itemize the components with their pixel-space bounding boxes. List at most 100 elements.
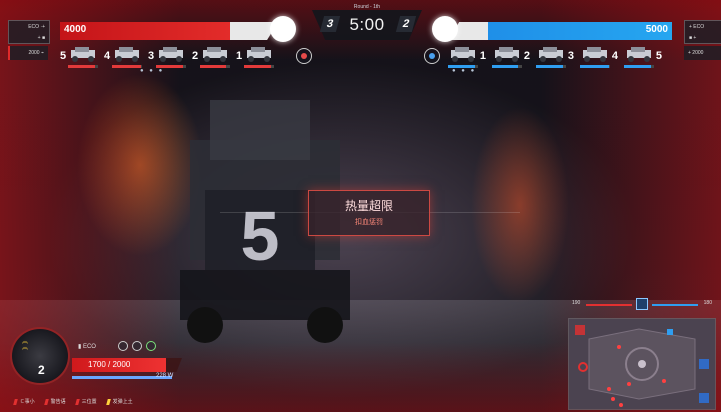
blue-unit-hp-fill (624, 65, 651, 68)
blue-unit-robot-icon (536, 46, 566, 62)
legend-swatch (105, 398, 111, 405)
blue-unit-1: 1 (448, 46, 486, 68)
blue-unit-number: 2 (523, 50, 530, 62)
red-unit-robot-icon (68, 46, 98, 62)
minimap-blue-bar (652, 304, 698, 306)
rank-chevron-icon: ︽ ︽ (22, 339, 29, 351)
red-skill-dots: ● ● ● (140, 68, 165, 74)
red-tag-line2: + ■ (37, 35, 45, 41)
red-unit-5: 5 (60, 46, 98, 68)
legend-swatch (13, 398, 18, 405)
warning-title: 热量超限 (344, 199, 393, 213)
robot-number: 5 (241, 197, 280, 275)
match-timer: 5:00 (349, 15, 385, 34)
red-unit-2: 2 (192, 46, 230, 68)
minimap-left-value: 190 (572, 300, 581, 306)
red-unit-hp-fill (244, 65, 271, 68)
red-tag-line1: ECO ·+ (28, 24, 45, 30)
red-unit-number: 4 (104, 50, 111, 62)
red-roster: 5 4 3 2 1 (60, 46, 274, 68)
round-label: Round - 1th (353, 4, 381, 10)
legend-item: 警告语 (43, 398, 66, 405)
blue-tag-line1: + ECO (689, 24, 705, 30)
blue-team-tag: + ECO ■ + (684, 20, 721, 44)
player-status-card: ︽ ︽ 2 ▮ ECO 1700 / 2000 228 W (10, 325, 182, 395)
red-unit-robot-icon (200, 46, 230, 62)
red-unit-hp-bar (200, 65, 230, 68)
red-unit-robot-icon (112, 46, 142, 62)
blue-unit-robot-icon (580, 46, 610, 62)
red-unit-3: 3 (148, 46, 186, 68)
red-gold: 2000 ⌁ (8, 46, 48, 60)
blue-unit-number: 5 (655, 50, 662, 62)
blue-unit-hp-bar (624, 65, 654, 68)
red-unit-number: 2 (192, 50, 199, 62)
red-base-hp-value: 4000 (64, 24, 87, 35)
blue-base-indicator (432, 16, 458, 42)
blue-unit-number: 3 (567, 50, 574, 62)
minimap-red-bar (586, 304, 632, 306)
legend-item: ㄷ事小 (13, 398, 35, 405)
minimap-graphic (569, 319, 715, 409)
blue-unit-number: 4 (611, 50, 618, 62)
red-team-tag: ECO ·+ + ■ (8, 20, 50, 44)
red-unit-number: 3 (148, 50, 155, 62)
minimap-status-bar: 190 180 (572, 298, 712, 312)
game-hud: 5 ECO ·+ + ■ 2000 ⌁ + ECO ■ + + 2000 400… (0, 0, 721, 412)
player-hp-text: 1700 / 2000 (88, 360, 131, 369)
blue-unit-hp-bar (580, 65, 610, 68)
player-number: 2 (38, 363, 45, 377)
blue-unit-robot-icon (448, 46, 478, 62)
blue-buff-icon (424, 48, 440, 64)
red-unit-hp-bar (244, 65, 274, 68)
red-unit-1: 1 (236, 46, 274, 68)
key-legend: ㄷ事小 警告语 三位置 发弹上土 (13, 398, 133, 405)
legend-swatch (43, 398, 49, 405)
blue-base-hp-fill (488, 22, 672, 40)
legend-swatch (74, 398, 80, 405)
legend-label: 三位置 (81, 399, 97, 405)
blue-gold: + 2000 (684, 46, 721, 60)
blue-skill-dots: ● ● ● (452, 68, 477, 74)
red-unit-number: 1 (236, 50, 243, 62)
red-base-indicator (270, 16, 296, 42)
player-status-icons (118, 341, 156, 351)
red-unit-hp-fill (200, 65, 226, 68)
blue-unit-2: 2 (492, 46, 530, 68)
status-icon-1 (118, 341, 128, 351)
status-icon-2 (132, 341, 142, 351)
blue-unit-5: 5 (624, 46, 662, 68)
blue-unit-4: 4 (580, 46, 618, 68)
red-buff-icon (296, 48, 312, 64)
legend-label: ㄷ事小 (20, 399, 35, 405)
player-heat-value: 228 W (156, 373, 174, 379)
blue-unit-hp-fill (580, 65, 609, 68)
legend-label: 警告语 (50, 399, 66, 405)
red-base-hp-bar: 4000 (60, 22, 278, 40)
warning-subtitle: 扣血惩罚 (355, 219, 383, 226)
legend-label: 发弹上土 (112, 399, 133, 405)
legend-item: 三位置 (74, 398, 97, 405)
blue-unit-robot-icon (492, 46, 522, 62)
legend-item: 发弹上土 (105, 398, 133, 405)
blue-unit-3: 3 (536, 46, 574, 68)
red-unit-hp-fill (112, 65, 141, 68)
minimap-right-value: 180 (703, 300, 712, 306)
red-unit-robot-icon (156, 46, 186, 62)
red-unit-hp-bar (68, 65, 98, 68)
minimap-center-icon (636, 298, 648, 310)
red-unit-hp-fill (68, 65, 95, 68)
red-unit-robot-icon (244, 46, 274, 62)
blue-roster: 1 2 3 4 5 (448, 46, 662, 68)
red-unit-number: 5 (60, 50, 67, 62)
heat-warning-popup: 热量超限 扣血惩罚 (308, 190, 430, 236)
blue-unit-number: 1 (479, 50, 486, 62)
blue-unit-hp-fill (492, 65, 518, 68)
player-name: ▮ ECO (78, 344, 96, 350)
blue-unit-hp-bar (536, 65, 566, 68)
status-icon-3 (146, 341, 156, 351)
blue-base-hp-value: 5000 (645, 24, 668, 35)
blue-unit-hp-bar (492, 65, 522, 68)
minimap[interactable] (568, 318, 716, 410)
blue-base-hp-bar: 5000 (448, 22, 672, 40)
